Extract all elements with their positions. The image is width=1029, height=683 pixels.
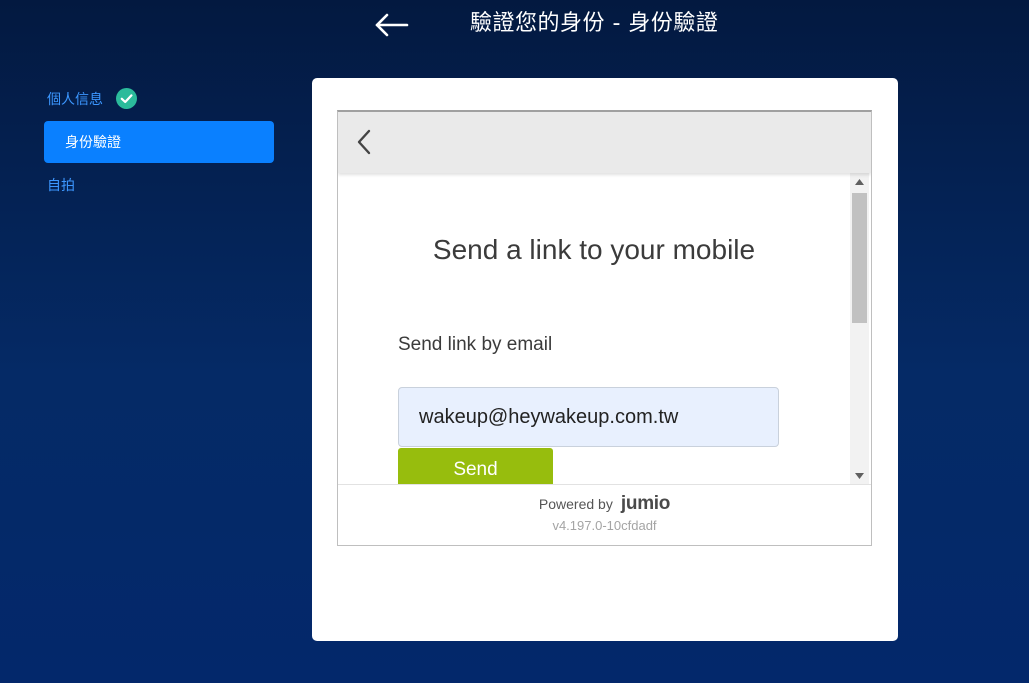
page-title: 驗證您的身份 - 身份驗證 xyxy=(470,11,719,36)
step-label: 自拍 xyxy=(47,178,75,194)
jumio-logo: jumio xyxy=(620,493,671,514)
step-identity-verification[interactable]: 身份驗證 xyxy=(44,121,274,163)
frame-header xyxy=(338,112,871,173)
check-circle-icon xyxy=(116,88,137,109)
scrollbar-thumb[interactable] xyxy=(852,193,867,323)
step-label: 身份驗證 xyxy=(65,135,121,151)
scroll-up-icon[interactable] xyxy=(850,173,869,190)
page: { "header": { "title": "驗證您的身份 - 身份驗證", … xyxy=(0,0,1029,683)
send-button[interactable]: Send xyxy=(398,448,553,484)
chevron-left-icon[interactable] xyxy=(354,128,376,156)
version-text: v4.197.0-10cfdadf xyxy=(552,518,657,533)
step-personal-info[interactable]: 個人信息 xyxy=(47,88,137,109)
content-title: Send a link to your mobile xyxy=(432,234,756,265)
email-label: Send link by email xyxy=(398,334,553,355)
powered-by-text: Powered by xyxy=(538,496,613,512)
scroll-down-icon[interactable] xyxy=(850,467,869,484)
back-arrow-icon[interactable] xyxy=(374,8,410,42)
frame-content: Send a link to your mobile Send link by … xyxy=(338,173,871,484)
jumio-frame: Send a link to your mobile Send link by … xyxy=(337,110,872,546)
step-label: 個人信息 xyxy=(47,91,103,108)
frame-footer: Powered by jumio v4.197.0-10cfdadf xyxy=(338,484,871,545)
scrollbar[interactable] xyxy=(850,173,869,484)
powered-by-row: Powered by jumio xyxy=(338,493,871,515)
step-selfie[interactable]: 自拍 xyxy=(47,175,75,195)
verification-card: Send a link to your mobile Send link by … xyxy=(312,78,898,641)
email-input[interactable] xyxy=(398,387,779,447)
